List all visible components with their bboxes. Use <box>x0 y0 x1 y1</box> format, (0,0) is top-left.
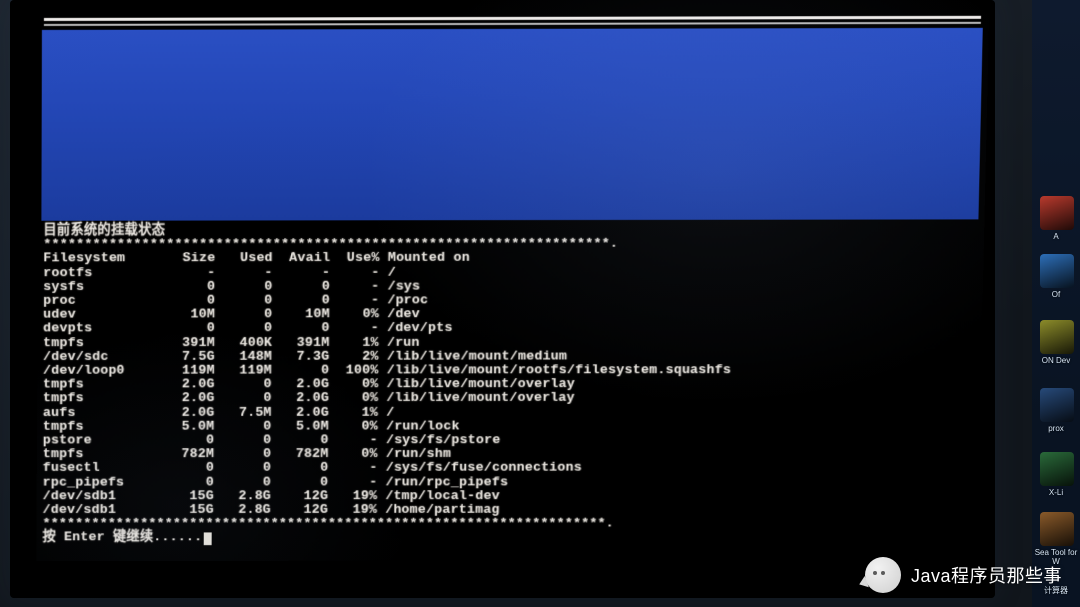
desktop-icon[interactable] <box>1040 452 1074 486</box>
terminal-text-body: 目前系统的挂载状态 ******************************… <box>43 224 732 532</box>
monitor-bezel: 目前系统的挂载状态 ******************************… <box>10 0 995 598</box>
terminal-cursor <box>204 533 212 546</box>
desktop-icon-label: A <box>1034 232 1078 241</box>
desktop-icon-label: Of <box>1034 290 1078 299</box>
monitor-screen: 目前系统的挂载状态 ******************************… <box>37 0 990 561</box>
desktop-icon[interactable] <box>1040 320 1074 354</box>
watermark: Java程序员那些事 <box>865 557 1062 593</box>
monitor-photo: 目前系统的挂载状态 ******************************… <box>0 0 1040 607</box>
right-desktop-strip: AOfON DevproxX-LiSea Tool for W计算器 <box>1032 0 1080 607</box>
desktop-icon[interactable] <box>1040 512 1074 546</box>
continue-prompt-text: 按 Enter 键继续...... <box>43 531 203 546</box>
desktop-icon[interactable] <box>1040 388 1074 422</box>
blue-dialog-area <box>41 28 982 221</box>
screen-top-rule <box>44 16 981 21</box>
desktop-icon[interactable] <box>1040 196 1074 230</box>
desktop-icon-label: prox <box>1034 424 1078 433</box>
desktop-icon[interactable] <box>1040 254 1074 288</box>
screen-top-rule-2 <box>44 22 981 26</box>
desktop-icon-label: ON Dev <box>1034 356 1078 365</box>
watermark-text: Java程序员那些事 <box>911 562 1062 588</box>
continue-prompt-line[interactable]: 按 Enter 键继续...... <box>43 532 213 546</box>
desktop-icon-label: X-Li <box>1034 488 1078 497</box>
wechat-bubble-icon <box>865 557 901 593</box>
terminal-output: 目前系统的挂载状态 ******************************… <box>43 223 979 545</box>
